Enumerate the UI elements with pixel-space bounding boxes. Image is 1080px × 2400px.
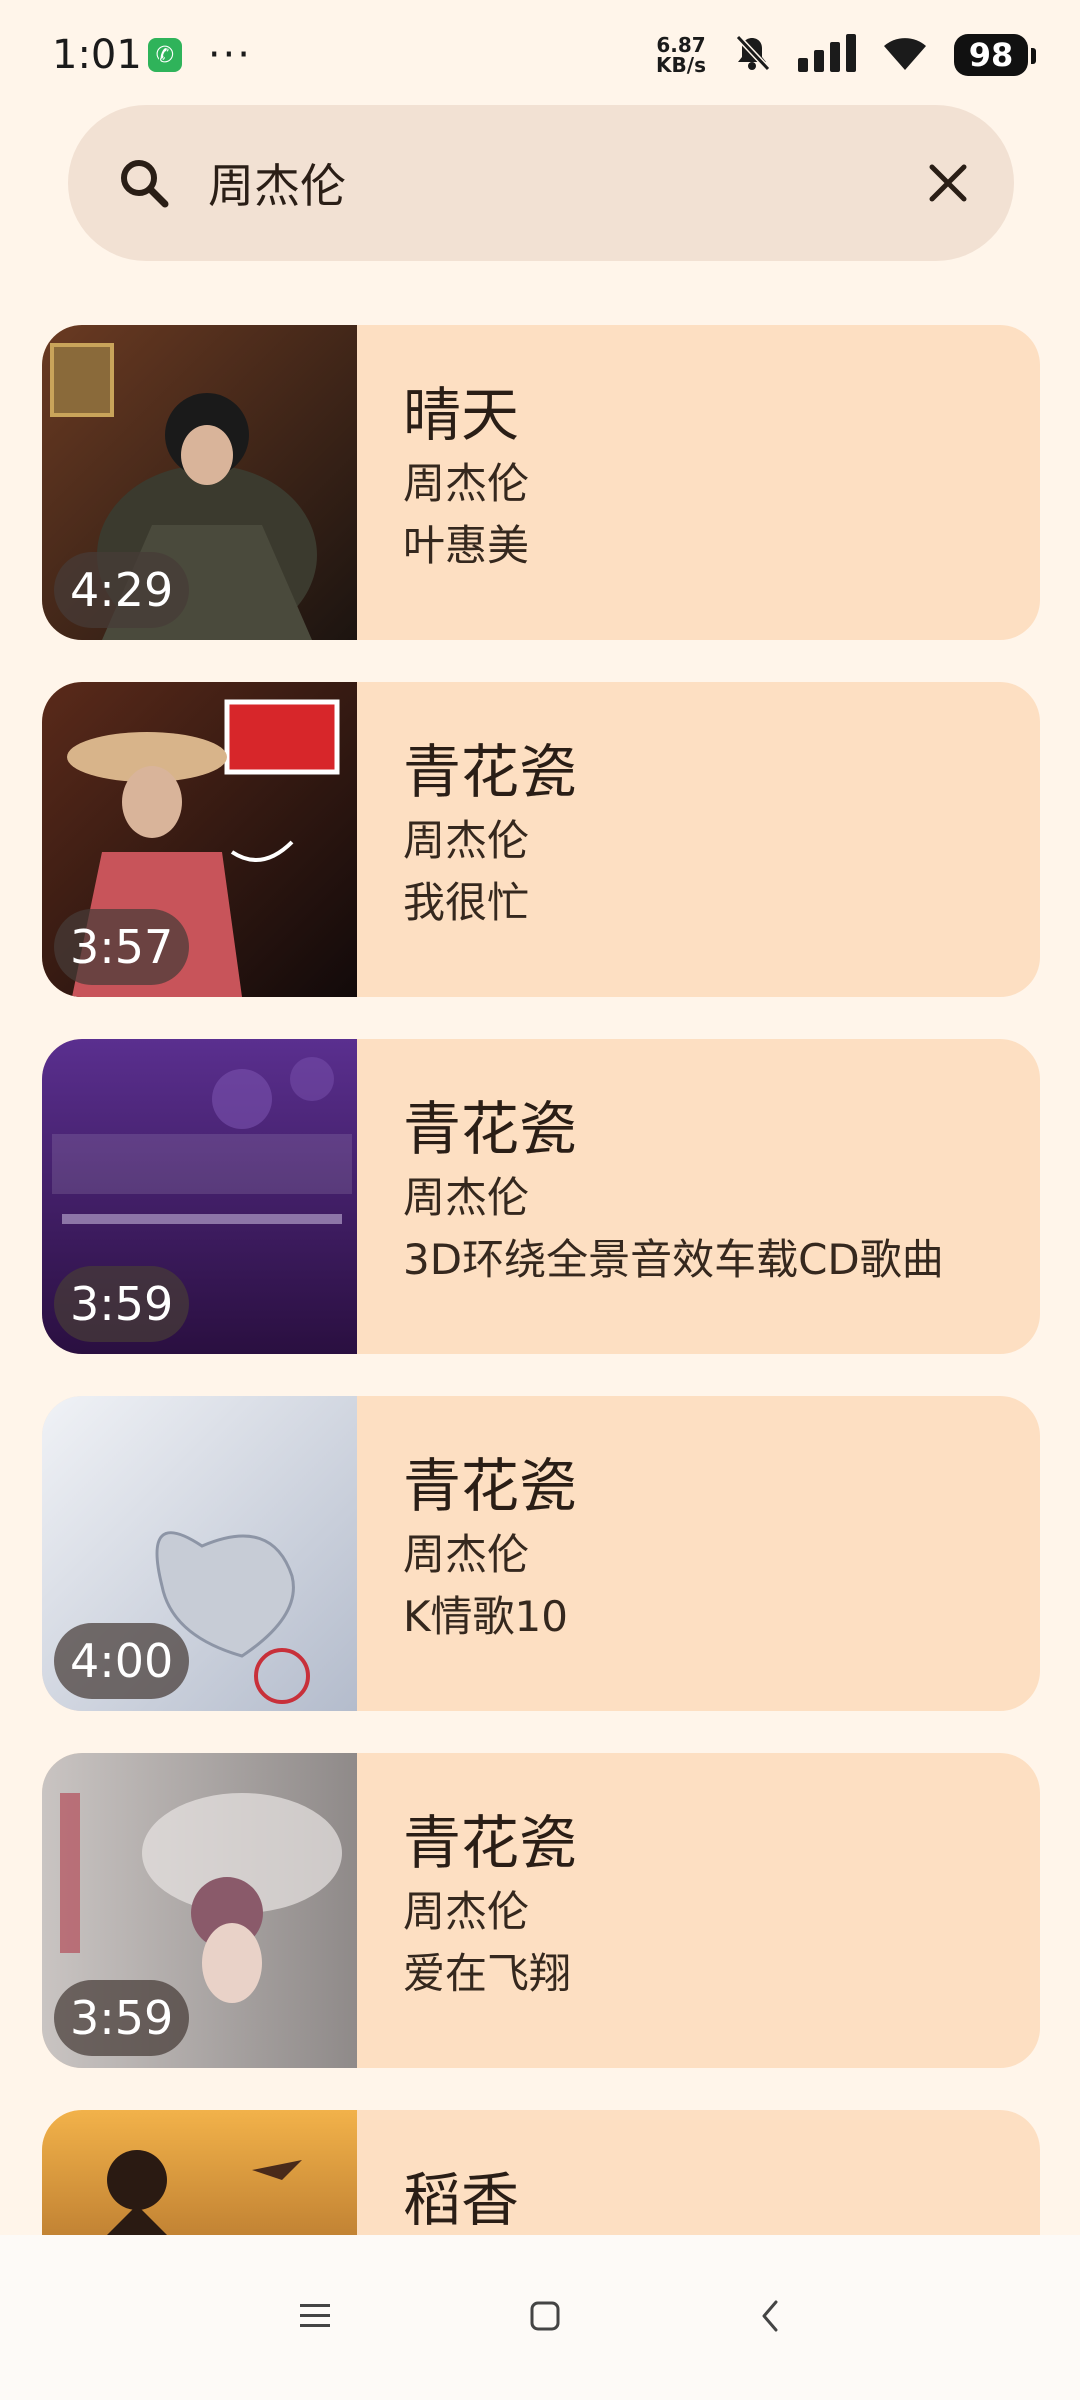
network-speed: 6.87 KB/s: [656, 35, 706, 75]
song-album: 3D环绕全景音效车载CD歌曲: [403, 1235, 944, 1284]
song-title: 晴天: [403, 381, 520, 449]
song-result-item[interactable]: 3:59 青花瓷 周杰伦 爱在飞翔: [42, 1753, 1040, 2068]
search-bar[interactable]: 周杰伦: [68, 105, 1014, 261]
duration-badge: 3:59: [54, 1980, 190, 2056]
song-artist: 周杰伦: [403, 1173, 530, 1222]
menu-icon[interactable]: [300, 2303, 330, 2333]
network-speed-unit: KB/s: [656, 53, 706, 77]
system-nav-bar: [0, 2235, 1080, 2400]
song-meta: 青花瓷 周杰伦 爱在飞翔: [357, 1753, 577, 2068]
song-meta: 青花瓷 周杰伦 我很忙: [357, 682, 577, 997]
phone-call-icon: ✆: [147, 38, 182, 72]
song-album: 爱在飞翔: [403, 1949, 572, 1998]
back-icon[interactable]: [760, 2300, 780, 2336]
muted-bell-icon: [732, 33, 772, 77]
song-title: 稻香: [403, 2166, 520, 2234]
song-title: 青花瓷: [403, 1809, 578, 1877]
network-speed-value: 6.87: [656, 33, 706, 57]
song-title: 青花瓷: [403, 1095, 578, 1163]
song-result-item[interactable]: 3:57 青花瓷 周杰伦 我很忙: [42, 682, 1040, 997]
song-result-item[interactable]: 4:00 青花瓷 周杰伦 K情歌10: [42, 1396, 1040, 1711]
album-cover: 3:57: [42, 682, 357, 997]
song-title: 青花瓷: [403, 1452, 578, 1520]
song-title: 青花瓷: [403, 738, 578, 806]
duration-badge: 3:59: [54, 1266, 190, 1342]
duration-badge: 3:57: [54, 909, 190, 985]
cellular-signal-icon: [798, 34, 856, 76]
status-bar: 1:01 ✆ ··· 6.87 KB/s 98: [0, 0, 1080, 110]
song-meta: 稻香: [357, 2110, 519, 2235]
search-icon: [118, 157, 170, 209]
more-notifications-icon: ···: [207, 32, 252, 78]
close-icon[interactable]: [926, 161, 970, 205]
song-result-item[interactable]: 4:29 晴天 周杰伦 叶惠美: [42, 325, 1040, 640]
song-artist: 周杰伦: [403, 459, 530, 508]
duration-badge: 4:29: [54, 552, 190, 628]
song-meta: 青花瓷 周杰伦 3D环绕全景音效车载CD歌曲: [357, 1039, 944, 1354]
song-album: K情歌10: [403, 1592, 568, 1641]
status-time: 1:01: [52, 32, 142, 78]
album-cover: 4:29: [42, 325, 357, 640]
song-result-item[interactable]: 3:59 青花瓷 周杰伦 3D环绕全景音效车载CD歌曲: [42, 1039, 1040, 1354]
album-cover: 3:59: [42, 1753, 357, 2068]
song-result-item[interactable]: 稻香: [42, 2110, 1040, 2235]
song-artist: 周杰伦: [403, 1887, 530, 1936]
album-cover: 4:00: [42, 1396, 357, 1711]
home-icon[interactable]: [530, 2301, 560, 2335]
album-cover: [42, 2110, 357, 2235]
search-results-list: 4:29 晴天 周杰伦 叶惠美 3:57 青花瓷 周杰伦 我很忙 3:59 青花…: [42, 325, 1040, 2235]
battery-indicator: 98: [954, 34, 1036, 76]
duration-badge: 4:00: [54, 1623, 190, 1699]
wifi-icon: [882, 34, 928, 76]
song-artist: 周杰伦: [403, 1530, 530, 1579]
album-cover: 3:59: [42, 1039, 357, 1354]
song-artist: 周杰伦: [403, 816, 530, 865]
song-album: 我很忙: [403, 878, 530, 927]
song-meta: 青花瓷 周杰伦 K情歌10: [357, 1396, 577, 1711]
song-album: 叶惠美: [403, 521, 530, 570]
song-meta: 晴天 周杰伦 叶惠美: [357, 325, 529, 640]
search-input[interactable]: 周杰伦: [208, 150, 926, 216]
